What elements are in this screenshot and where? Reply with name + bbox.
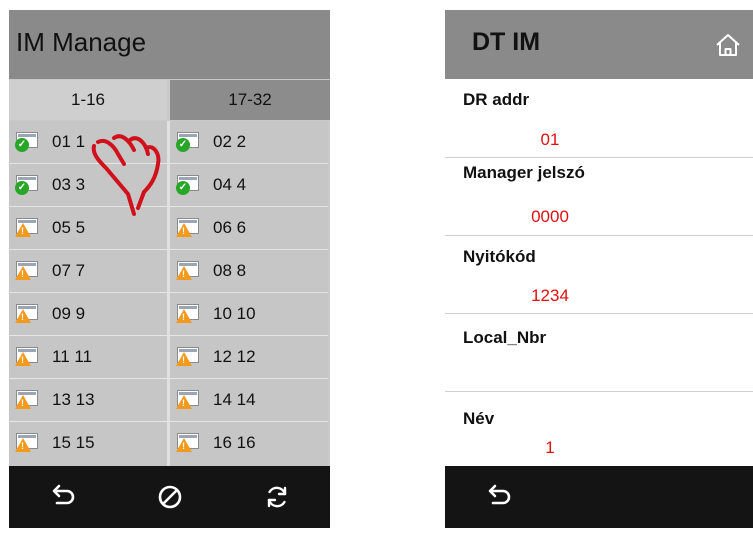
station-label: 15 15: [52, 433, 95, 452]
disable-button[interactable]: [116, 466, 223, 528]
station-label: 02 2: [213, 132, 247, 151]
station-cell-12[interactable]: ! 12 12: [170, 336, 328, 379]
monitor-ok-icon: ✓: [15, 132, 40, 152]
station-grid: ✓ 01 1 ✓ 02 2 ✓ 03 3 ✓ 04 4 ! 05 5 ! 06 …: [9, 121, 330, 466]
dt-im-screen: DT IM DR addr 01 Manager jelszó 0000 Nyi…: [445, 10, 753, 528]
field-label: DR addr: [463, 90, 530, 109]
tab-17-32[interactable]: 17-32: [170, 80, 330, 120]
field-value: 0000: [531, 207, 569, 226]
station-label: 14 14: [213, 390, 256, 409]
monitor-warning-icon: !: [176, 218, 201, 237]
monitor-warning-icon: !: [15, 390, 40, 409]
refresh-button[interactable]: [223, 466, 330, 528]
station-cell-16[interactable]: ! 16 16: [170, 422, 328, 466]
monitor-warning-icon: !: [176, 347, 201, 366]
back-icon: [488, 484, 510, 505]
station-cell-11[interactable]: ! 11 11: [9, 336, 167, 379]
station-cell-07[interactable]: ! 07 7: [9, 250, 167, 293]
monitor-warning-icon: !: [176, 261, 201, 280]
monitor-ok-icon: ✓: [176, 175, 201, 195]
refresh-icon: [267, 486, 286, 508]
field-dr-addr[interactable]: DR addr 01: [445, 80, 753, 158]
bottom-toolbar: [9, 466, 330, 528]
field-label: Manager jelszó: [463, 163, 585, 182]
monitor-ok-icon: ✓: [176, 132, 201, 152]
station-label: 05 5: [52, 218, 86, 237]
station-label: 06 6: [213, 218, 247, 237]
station-label: 16 16: [213, 433, 256, 452]
monitor-warning-icon: !: [15, 304, 40, 323]
monitor-warning-icon: !: [15, 261, 40, 280]
im-manage-screen: IM Manage 1-16 17-32 ✓ 01 1 ✓ 02 2 ✓ 03 …: [9, 10, 330, 528]
bottom-toolbar: [445, 466, 753, 528]
station-cell-01[interactable]: ✓ 01 1: [9, 121, 167, 164]
station-label: 12 12: [213, 347, 256, 366]
station-label: 03 3: [52, 175, 86, 194]
station-label: 10 10: [213, 304, 256, 323]
back-icon: [52, 484, 74, 505]
station-cell-02[interactable]: ✓ 02 2: [170, 121, 328, 164]
station-cell-15[interactable]: ! 15 15: [9, 422, 167, 466]
monitor-ok-icon: ✓: [15, 175, 40, 195]
back-button[interactable]: [445, 466, 552, 528]
monitor-warning-icon: !: [15, 433, 40, 452]
field-label: Nyitókód: [463, 247, 536, 266]
title-bar: IM Manage: [9, 10, 330, 79]
page-title: IM Manage: [16, 27, 147, 57]
station-cell-10[interactable]: ! 10 10: [170, 293, 328, 336]
field-value: 1234: [531, 286, 569, 305]
disable-icon: [158, 485, 181, 509]
monitor-warning-icon: !: [15, 347, 40, 366]
field-name[interactable]: Név 1: [445, 392, 753, 466]
monitor-warning-icon: !: [176, 304, 201, 323]
field-open-code[interactable]: Nyitókód 1234: [445, 236, 753, 314]
station-cell-09[interactable]: ! 09 9: [9, 293, 167, 336]
field-label: Local_Nbr: [463, 328, 547, 347]
home-icon[interactable]: [713, 30, 743, 60]
monitor-warning-icon: !: [176, 433, 201, 452]
station-label: 09 9: [52, 304, 86, 323]
station-label: 08 8: [213, 261, 247, 280]
station-cell-05[interactable]: ! 05 5: [9, 207, 167, 250]
station-cell-13[interactable]: ! 13 13: [9, 379, 167, 422]
station-label: 11 11: [52, 347, 93, 366]
station-cell-08[interactable]: ! 08 8: [170, 250, 328, 293]
station-cell-03[interactable]: ✓ 03 3: [9, 164, 167, 207]
tab-1-16[interactable]: 1-16: [9, 80, 167, 120]
monitor-warning-icon: !: [176, 390, 201, 409]
station-cell-06[interactable]: ! 06 6: [170, 207, 328, 250]
tab-bar: 1-16 17-32: [9, 80, 330, 120]
monitor-warning-icon: !: [15, 218, 40, 237]
station-label: 01 1: [52, 132, 86, 151]
station-cell-14[interactable]: ! 14 14: [170, 379, 328, 422]
station-label: 13 13: [52, 390, 95, 409]
station-label: 04 4: [213, 175, 247, 194]
field-local-nbr[interactable]: Local_Nbr: [445, 314, 753, 392]
field-value: 01: [540, 130, 560, 149]
station-label: 07 7: [52, 261, 86, 280]
station-cell-04[interactable]: ✓ 04 4: [170, 164, 328, 207]
back-button[interactable]: [9, 466, 116, 528]
field-label: Név: [463, 409, 495, 428]
field-manager-password[interactable]: Manager jelszó 0000: [445, 158, 753, 236]
field-value: 1: [545, 438, 555, 457]
page-title: DT IM: [472, 28, 541, 56]
title-bar: DT IM: [445, 10, 753, 79]
